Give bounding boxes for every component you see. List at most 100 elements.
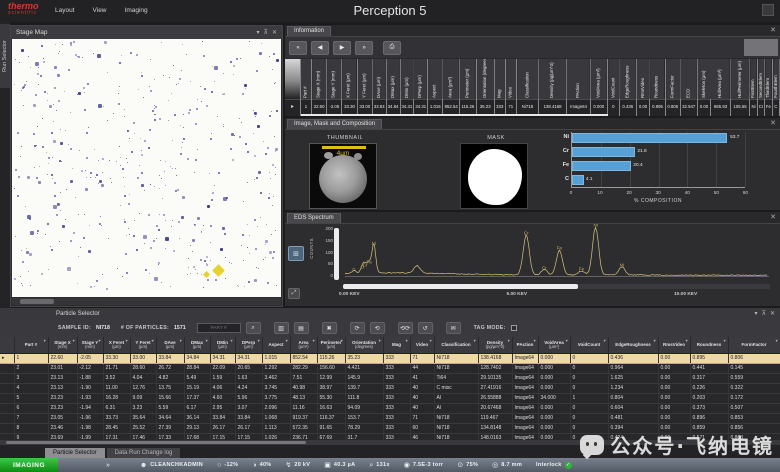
stage-particle-dot[interactable] <box>259 217 261 219</box>
search-icon[interactable]: ⌕ <box>245 322 261 334</box>
stage-particle-dot[interactable] <box>197 273 199 275</box>
information-column-header[interactable]: VoidArea (µm²) <box>590 59 607 99</box>
stage-particle-dot[interactable] <box>28 252 32 256</box>
stage-particle-dot[interactable] <box>143 235 148 240</box>
stage-particle-dot[interactable] <box>74 197 76 199</box>
stage-particle-dot[interactable] <box>187 157 190 160</box>
filter-icon[interactable]: ▼ <box>230 339 234 343</box>
stage-particle-dot[interactable] <box>99 215 101 217</box>
information-column-header[interactable]: FormFactor <box>665 59 680 99</box>
stage-particle-dot[interactable] <box>275 109 278 112</box>
stage-particle-dot[interactable] <box>164 220 166 222</box>
selected-particle-marker[interactable] <box>211 264 225 277</box>
stage-particle-dot[interactable] <box>59 210 61 212</box>
stage-particle-dot[interactable] <box>95 176 97 178</box>
stage-particle-dot[interactable] <box>120 156 122 158</box>
stage-particle-dot[interactable] <box>137 176 140 179</box>
stage-particle-dot[interactable] <box>171 93 173 95</box>
stage-particle-dot[interactable] <box>133 219 135 221</box>
information-column-header[interactable]: ECD <box>680 59 697 99</box>
stage-particle-dot[interactable] <box>119 205 121 207</box>
stage-particle-dot[interactable] <box>203 259 206 262</box>
stage-particle-dot[interactable] <box>197 148 199 150</box>
particle-row[interactable]: 3 23.13 -1.88 3.52 4.04 4.82 5.49 1.59 1.63 3.462… <box>0 373 780 384</box>
stage-particle-dot[interactable] <box>65 219 67 221</box>
stage-particle-dot[interactable] <box>248 280 251 283</box>
composition-bar[interactable] <box>572 133 727 143</box>
stage-particle-dot[interactable] <box>42 60 45 63</box>
stage-particle-dot[interactable] <box>177 83 179 85</box>
column-header[interactable]: DMin (µm) ▼ <box>210 337 236 354</box>
stage-particle-dot[interactable] <box>21 284 23 286</box>
stage-particle-dot[interactable] <box>13 187 15 189</box>
stage-particle-dot[interactable] <box>205 256 208 259</box>
chevron-down-icon[interactable]: ▾ <box>257 30 260 36</box>
stage-particle-dot[interactable] <box>173 114 176 117</box>
column-header[interactable]: Part # ▼ <box>14 337 49 354</box>
column-header[interactable]: Perimeter (µm) ▼ <box>317 337 346 354</box>
stage-particle-dot[interactable] <box>82 86 85 89</box>
stage-particle-dot[interactable] <box>148 86 150 88</box>
stage-particle-dot[interactable] <box>200 259 203 262</box>
row-select-cell[interactable] <box>0 373 15 384</box>
stage-particle-dot[interactable] <box>247 181 249 183</box>
stage-particle-dot[interactable] <box>165 236 170 241</box>
stage-particle-dot[interactable] <box>102 106 104 108</box>
stage-particle-dot[interactable] <box>93 52 95 54</box>
stage-particle-dot[interactable] <box>51 132 54 135</box>
stage-particle-dot[interactable] <box>169 286 171 288</box>
information-column-header[interactable]: Roundness <box>650 59 665 99</box>
stage-particle-dot[interactable] <box>239 136 241 139</box>
stage-particle-dot[interactable] <box>159 175 161 177</box>
stage-particle-dot[interactable] <box>123 220 126 223</box>
stage-particle-dot[interactable] <box>214 66 219 71</box>
stage-particle-dot[interactable] <box>70 43 73 46</box>
particle-row[interactable]: 6 23.23 -1.94 6.31 3.23 5.59 6.17 2.95 3.07 2.096… <box>0 403 780 414</box>
information-column-header[interactable]: RmsVideo <box>636 59 650 99</box>
stage-particle-dot[interactable] <box>242 259 244 261</box>
stage-particle-dot[interactable] <box>77 282 79 284</box>
stage-particle-dot[interactable] <box>108 238 110 240</box>
stage-particle-dot[interactable] <box>26 248 28 250</box>
stage-particle-dot[interactable] <box>45 233 47 235</box>
filter-icon[interactable]: ▼ <box>775 339 779 343</box>
stage-particle-dot[interactable] <box>124 185 126 187</box>
stage-particle-dot[interactable] <box>26 81 28 83</box>
stage-particle-dot[interactable] <box>192 265 195 268</box>
stage-particle-dot[interactable] <box>102 157 105 160</box>
stage-particle-dot[interactable] <box>18 62 20 64</box>
eds-spectrum-plot[interactable]: COCrFeNiCrCrFeFeNiNi <box>341 224 773 282</box>
stage-particle-dot[interactable] <box>21 48 25 52</box>
stage-particle-dot[interactable] <box>153 107 155 109</box>
stage-particle-dot[interactable] <box>86 177 88 179</box>
stage-particle-dot[interactable] <box>229 61 232 64</box>
information-column-header[interactable]: Area (µm²) <box>443 59 460 99</box>
stage-particle-dot[interactable] <box>276 59 280 63</box>
stage-particle-dot[interactable] <box>57 52 59 54</box>
filter-icon[interactable]: ▼ <box>429 339 433 343</box>
information-column-header[interactable]: SecondElem <box>757 59 765 99</box>
stage-particle-dot[interactable] <box>179 238 181 240</box>
column-header[interactable]: VoidArea (µm²) ▼ <box>538 337 571 354</box>
stage-particle-dot[interactable] <box>71 168 73 169</box>
stage-particle-dot[interactable] <box>67 143 69 145</box>
stage-particle-dot[interactable] <box>144 269 147 272</box>
stage-particle-dot[interactable] <box>271 205 273 207</box>
stage-particle-dot[interactable] <box>140 75 143 78</box>
stage-particle-dot[interactable] <box>139 138 141 140</box>
stage-particle-dot[interactable] <box>211 66 213 68</box>
stage-particle-dot[interactable] <box>28 270 30 272</box>
stage-particle-dot[interactable] <box>128 228 130 230</box>
stage-particle-dot[interactable] <box>269 172 271 174</box>
stage-particle-dot[interactable] <box>193 223 196 226</box>
particle-row[interactable]: 8 23.46 -1.98 28.45 25.52 27.39 29.13 26.17 26.1… <box>0 423 780 434</box>
column-header[interactable]: Orientation (degrees) ▼ <box>345 337 384 354</box>
stage-particle-dot[interactable] <box>125 252 128 255</box>
stage-particle-dot[interactable] <box>222 73 224 75</box>
stage-particle-dot[interactable] <box>258 170 262 174</box>
column-header[interactable]: EdgeRoughness ▼ <box>608 337 659 354</box>
stage-particle-dot[interactable] <box>268 251 272 255</box>
stage-particle-dot[interactable] <box>84 213 86 215</box>
stage-particle-dot[interactable] <box>19 276 21 278</box>
information-column-header[interactable]: ThirdElem <box>765 59 772 99</box>
